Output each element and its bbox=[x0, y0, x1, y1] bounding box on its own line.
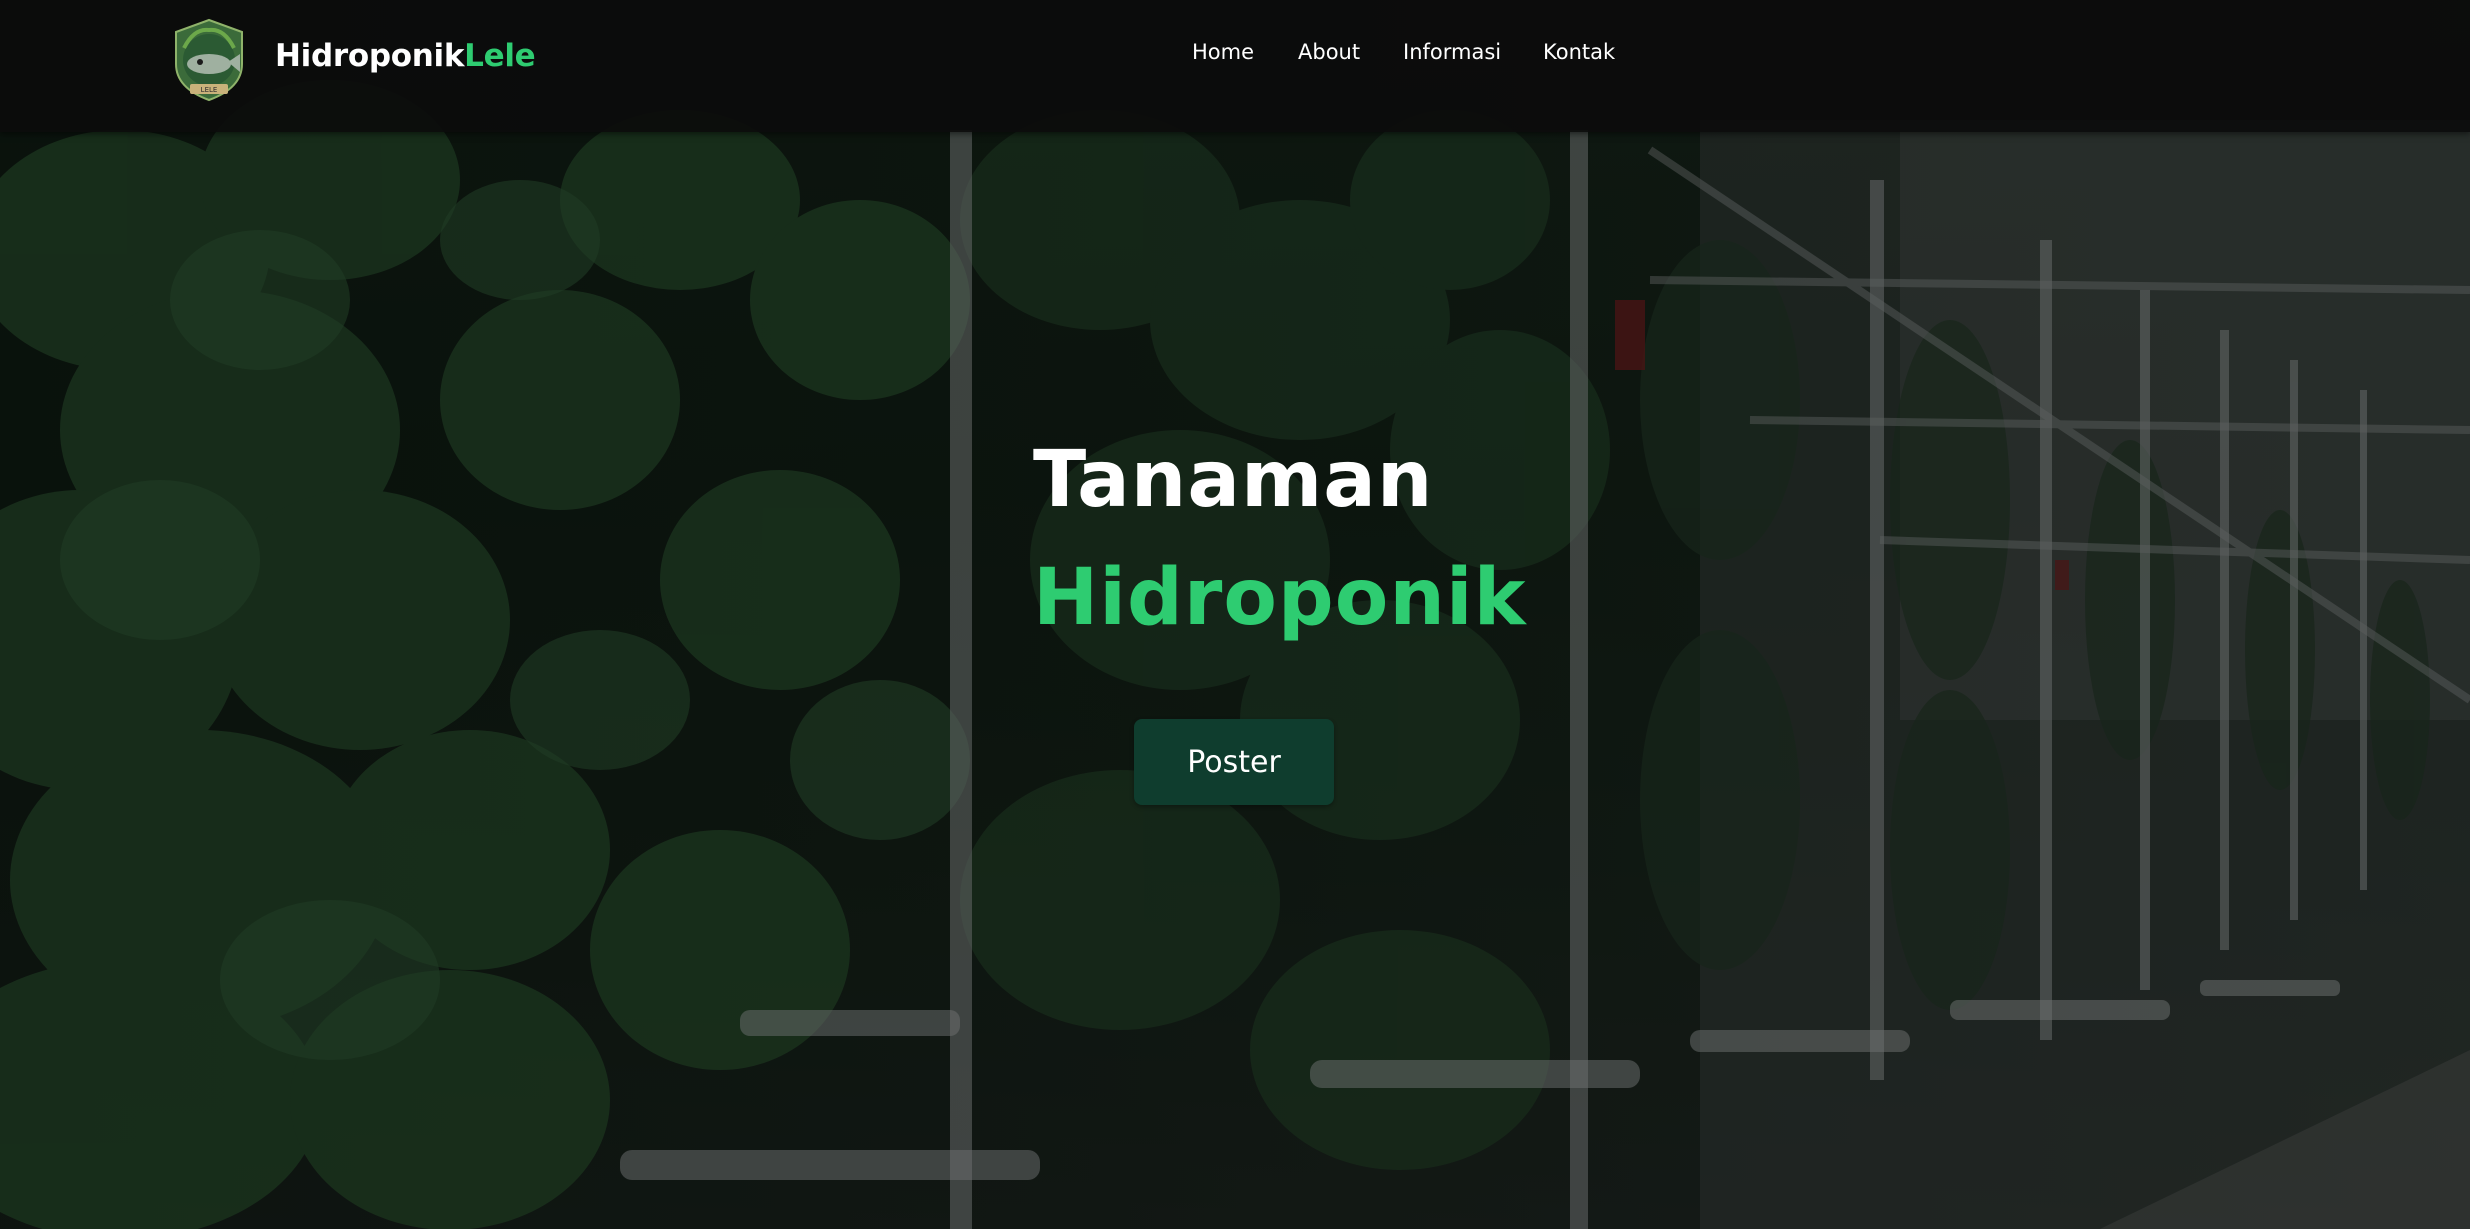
hero-heading: Tanaman Hidroponik bbox=[1033, 430, 1526, 648]
nav-item-kontak[interactable]: Kontak bbox=[1543, 40, 1615, 64]
hero-section: LELE HidroponikLele Home About Informasi… bbox=[0, 0, 2470, 1229]
svg-text:LELE: LELE bbox=[201, 86, 218, 94]
hero-title-line2: Hidroponik bbox=[1033, 553, 1527, 643]
poster-button[interactable]: Poster bbox=[1134, 719, 1334, 805]
nav-item-about[interactable]: About bbox=[1298, 40, 1360, 64]
nav-item-informasi[interactable]: Informasi bbox=[1403, 40, 1501, 64]
nav-item-home[interactable]: Home bbox=[1192, 40, 1254, 64]
brand-name[interactable]: HidroponikLele bbox=[275, 38, 536, 74]
catfish-emblem-icon[interactable]: LELE bbox=[170, 18, 248, 102]
navbar: LELE HidroponikLele Home About Informasi… bbox=[0, 0, 2470, 132]
brand-name-part2: Lele bbox=[464, 38, 536, 74]
brand-name-part1: Hidroponik bbox=[275, 38, 465, 74]
hero-title-line1: Tanaman bbox=[1033, 435, 1434, 525]
